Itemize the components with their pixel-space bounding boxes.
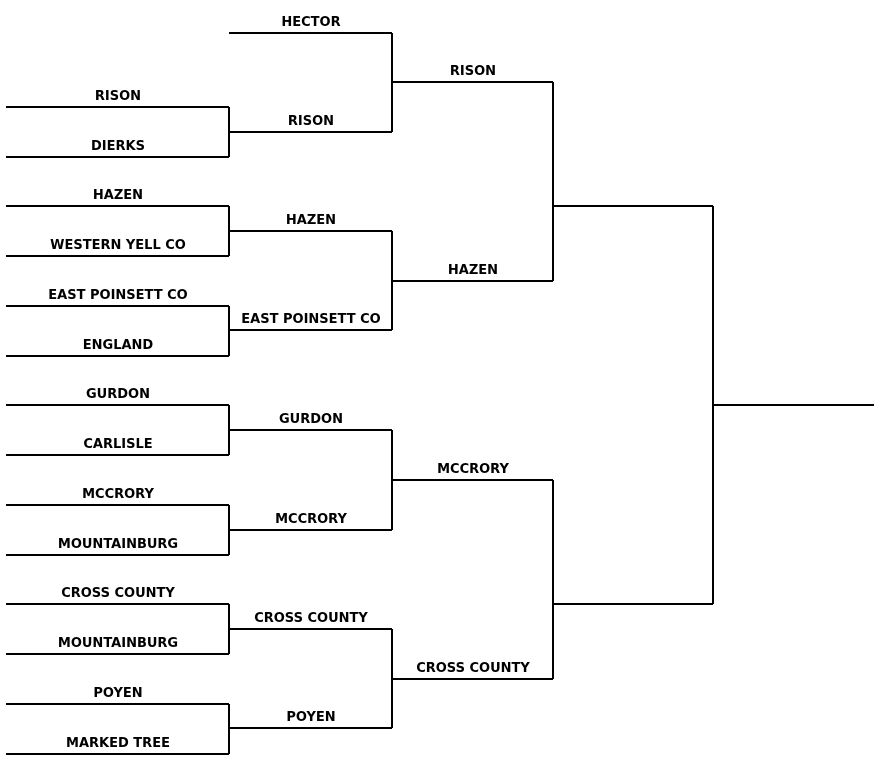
round2-team: POYEN <box>286 710 335 725</box>
round1-team: MOUNTAINBURG <box>58 537 178 552</box>
round1-team: ENGLAND <box>83 338 154 353</box>
round3-team: CROSS COUNTY <box>416 661 530 676</box>
round1-team: EAST POINSETT CO <box>48 288 187 303</box>
round1-team: DIERKS <box>91 139 145 154</box>
round2-team: MCCRORY <box>275 512 347 527</box>
tournament-bracket: RISON DIERKS HAZEN WESTERN YELL CO EAST POIN… <box>6 15 874 755</box>
round1-team: MCCRORY <box>82 487 154 502</box>
round2-team: EAST POINSETT CO <box>241 312 380 327</box>
round1-team: HAZEN <box>93 188 143 203</box>
round1-team: WESTERN YELL CO <box>50 238 186 253</box>
round2-team: HAZEN <box>286 213 336 228</box>
round2-team: RISON <box>288 114 334 129</box>
round3-team: MCCRORY <box>437 462 509 477</box>
round2-team: CROSS COUNTY <box>254 611 368 626</box>
round1-team: POYEN <box>93 686 142 701</box>
round1-team: MOUNTAINBURG <box>58 636 178 651</box>
round1-team: MARKED TREE <box>66 736 170 751</box>
round3-team: RISON <box>450 64 496 79</box>
round1-team: CARLISLE <box>83 437 152 452</box>
round2-team: HECTOR <box>281 15 340 30</box>
round2-team: GURDON <box>279 412 343 427</box>
round1-team: GURDON <box>86 387 150 402</box>
round1-team: RISON <box>95 89 141 104</box>
round1-team: CROSS COUNTY <box>61 586 175 601</box>
round3-team: HAZEN <box>448 263 498 278</box>
